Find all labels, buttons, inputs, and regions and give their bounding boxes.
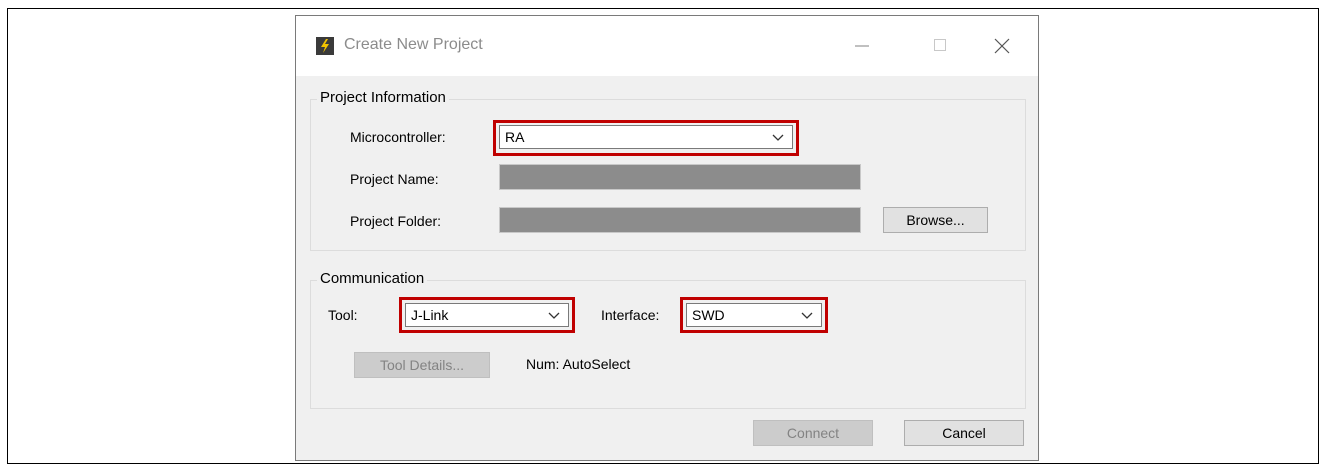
project-name-field[interactable]: [499, 164, 861, 190]
close-button[interactable]: [984, 30, 1024, 62]
create-new-project-dialog: Create New Project Project Information M…: [295, 15, 1039, 461]
project-information-legend: Project Information: [317, 89, 449, 106]
tool-highlight: [399, 297, 575, 333]
minimize-button[interactable]: [841, 30, 881, 62]
tool-label: Tool:: [328, 307, 358, 323]
microcontroller-highlight: [493, 120, 799, 156]
project-folder-label: Project Folder:: [350, 213, 442, 229]
app-icon: [316, 37, 334, 55]
browse-button[interactable]: Browse...: [883, 207, 988, 233]
project-folder-field[interactable]: [499, 207, 861, 233]
interface-label: Interface:: [601, 307, 660, 323]
num-autoselect-text: Num: AutoSelect: [526, 356, 631, 372]
title-bar: Create New Project: [296, 16, 1038, 76]
connect-button[interactable]: Connect: [753, 420, 873, 446]
window-title: Create New Project: [344, 36, 483, 53]
microcontroller-label: Microcontroller:: [350, 129, 446, 145]
cancel-button[interactable]: Cancel: [904, 420, 1024, 446]
interface-highlight: [680, 297, 828, 333]
communication-legend: Communication: [317, 270, 428, 287]
project-name-label: Project Name:: [350, 171, 439, 187]
maximize-button[interactable]: [920, 30, 960, 62]
tool-details-button[interactable]: Tool Details...: [354, 352, 490, 378]
